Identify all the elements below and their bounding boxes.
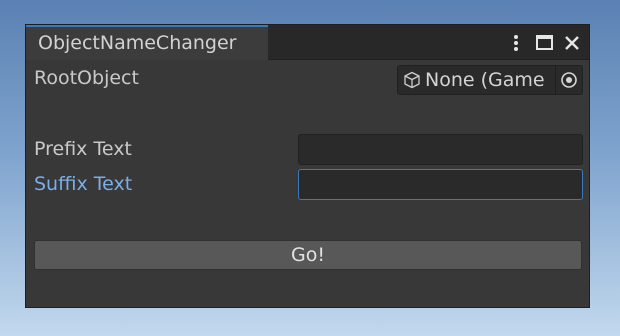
cube-icon — [403, 71, 421, 89]
prefix-text-label: Prefix Text — [34, 138, 132, 160]
window-tab[interactable]: ObjectNameChanger — [26, 25, 268, 60]
root-object-value: None (Game — [425, 69, 545, 91]
go-button[interactable]: Go! — [34, 240, 582, 270]
object-picker-icon[interactable] — [555, 66, 582, 94]
window-titlebar: ObjectNameChanger — [26, 25, 589, 60]
prefix-text-input[interactable] — [298, 134, 583, 165]
suffix-text-label: Suffix Text — [34, 173, 133, 195]
close-icon[interactable] — [563, 34, 581, 52]
editor-window: ObjectNameChanger RootObject None (Game … — [25, 24, 590, 308]
root-object-field[interactable]: None (Game — [397, 65, 583, 95]
maximize-icon[interactable] — [535, 34, 553, 52]
window-controls — [507, 25, 581, 60]
suffix-text-input[interactable] — [298, 169, 583, 200]
root-object-label: RootObject — [34, 67, 139, 89]
vertical-dots-icon[interactable] — [507, 34, 525, 52]
